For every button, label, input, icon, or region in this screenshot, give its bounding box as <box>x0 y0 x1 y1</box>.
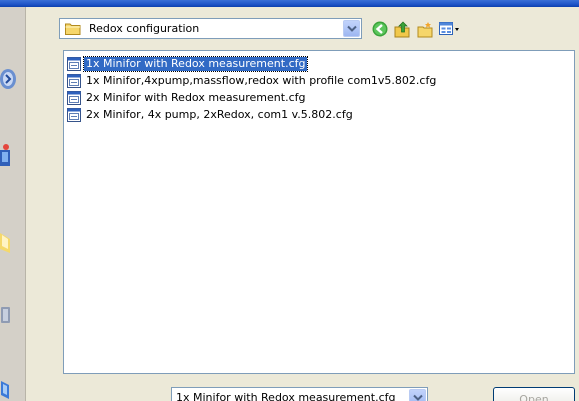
up-folder-icon <box>394 21 410 38</box>
views-menu-icon <box>439 22 459 35</box>
views-menu-button[interactable] <box>436 18 464 40</box>
config-file-icon <box>67 74 81 88</box>
folder-icon <box>65 22 81 35</box>
open-button-label: Open <box>519 393 549 401</box>
file-list[interactable]: 1x Minifor with Redox measurement.cfg 1x… <box>63 50 575 374</box>
config-file-icon <box>67 57 81 71</box>
recent-documents-icon[interactable] <box>0 65 22 93</box>
look-in-value: Redox configuration <box>89 22 200 35</box>
file-name-label: 2x Minifor, 4x pump, 2xRedox, com1 v.5.8… <box>86 108 353 121</box>
new-folder-icon <box>417 22 433 38</box>
look-in-dropdown[interactable]: Redox configuration <box>59 18 362 39</box>
chevron-down-icon[interactable] <box>409 389 426 401</box>
file-name-value: 1x Minifor with Redox measurement.cfg <box>176 391 396 401</box>
open-file-dialog: Redox configuration 1x Minifor with Redo… <box>0 0 579 401</box>
chevron-down-icon[interactable] <box>343 20 360 37</box>
desktop-icon[interactable] <box>0 144 22 172</box>
up-one-level-button[interactable] <box>391 18 413 40</box>
back-button[interactable] <box>369 18 391 40</box>
my-documents-icon[interactable] <box>0 229 22 257</box>
file-name-label: 1x Minifor with Redox measurement.cfg <box>82 56 309 72</box>
config-file-icon <box>67 108 81 122</box>
file-name-label: 1x Minifor,4xpump,massflow,redox with pr… <box>86 74 437 87</box>
open-button[interactable]: Open <box>493 387 575 401</box>
title-bar <box>0 0 579 7</box>
network-places-icon[interactable] <box>0 375 22 401</box>
back-arrow-icon <box>372 21 388 37</box>
create-new-folder-button[interactable] <box>414 18 436 40</box>
file-name-field[interactable]: 1x Minifor with Redox measurement.cfg <box>171 387 428 401</box>
places-bar <box>0 7 26 401</box>
my-computer-icon[interactable] <box>0 301 22 329</box>
file-name-label: 2x Minifor with Redox measurement.cfg <box>86 91 306 104</box>
config-file-icon <box>67 91 81 105</box>
